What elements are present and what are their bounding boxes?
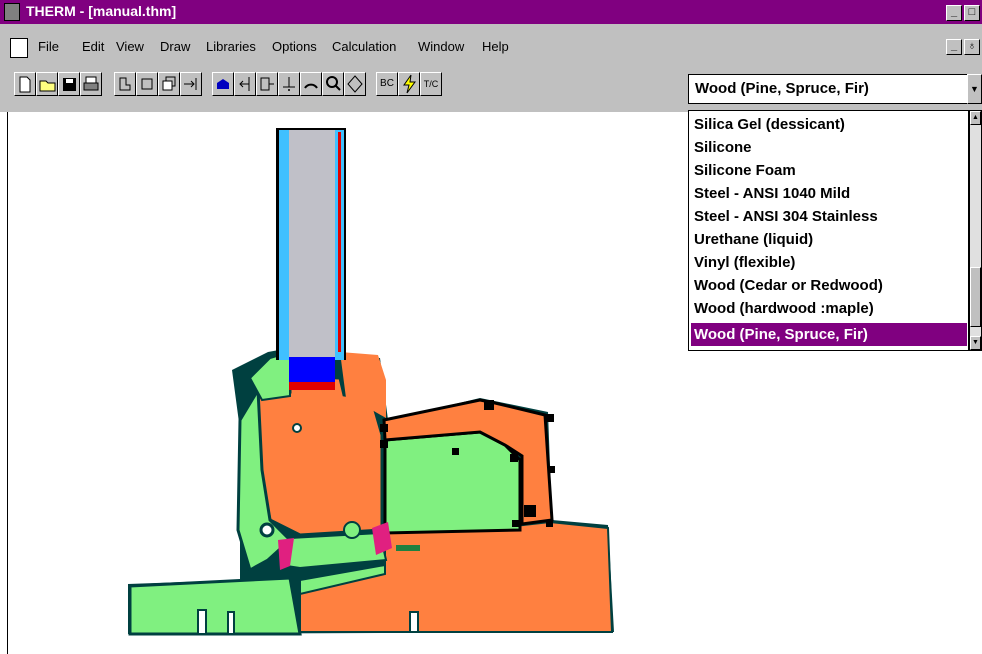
menu-help[interactable]: Help xyxy=(482,39,509,54)
boundary-button[interactable] xyxy=(212,72,234,96)
magnifier-icon xyxy=(326,76,341,91)
diamond-icon xyxy=(347,75,363,93)
menu-edit[interactable]: Edit xyxy=(82,39,104,54)
draw-point-button[interactable] xyxy=(180,72,202,96)
draw-polygon-button[interactable] xyxy=(114,72,136,96)
scroll-down-arrow[interactable]: ▼ xyxy=(970,336,981,350)
menu-window[interactable]: Window xyxy=(418,39,464,54)
material-option[interactable]: Vinyl (flexible) xyxy=(691,251,967,274)
new-file-icon xyxy=(19,76,31,93)
insert-button[interactable] xyxy=(256,72,278,96)
window-title: THERM - [manual.thm] xyxy=(26,3,177,19)
material-select[interactable]: Wood (Pine, Spruce, Fir) xyxy=(688,74,968,104)
flip-button[interactable] xyxy=(344,72,366,96)
material-option[interactable]: Wood (Cedar or Redwood) xyxy=(691,274,967,297)
arrow-to-line-icon xyxy=(184,78,197,90)
document-icon[interactable] xyxy=(10,38,28,58)
maximize-button[interactable]: □ xyxy=(964,5,980,21)
minimize-button[interactable]: _ xyxy=(946,5,962,21)
material-dropdown-list[interactable]: Silica Gel (dessicant) Silicone Silicone… xyxy=(688,110,969,351)
mdi-restore-button[interactable]: ♁ xyxy=(964,39,980,55)
save-disk-icon xyxy=(63,78,76,91)
boundary-icon xyxy=(217,79,229,89)
separator-band xyxy=(0,24,982,36)
material-option[interactable]: Urethane (liquid) xyxy=(691,228,967,251)
rectangle-icon xyxy=(141,78,153,90)
material-option[interactable]: Silica Gel (dessicant) xyxy=(691,113,967,136)
snap-button[interactable] xyxy=(278,72,300,96)
open-folder-icon xyxy=(39,80,56,92)
print-button[interactable] xyxy=(80,72,102,96)
polygon-icon xyxy=(119,77,131,91)
material-option[interactable]: Steel - ANSI 304 Stainless xyxy=(691,205,967,228)
fill-void-icon xyxy=(162,76,176,91)
printer-icon xyxy=(83,76,99,91)
rotate-arrow-icon xyxy=(304,83,318,89)
rotate-button[interactable] xyxy=(300,72,322,96)
lightning-icon xyxy=(403,74,416,94)
mdi-minimize-button[interactable]: _ xyxy=(946,39,962,55)
locate-icon xyxy=(239,77,250,91)
material-option[interactable]: Silicone xyxy=(691,136,967,159)
material-option-selected[interactable]: Wood (Pine, Spruce, Fir) xyxy=(691,323,967,346)
material-option[interactable]: Wood (hardwood :maple) xyxy=(691,297,967,320)
new-file-button[interactable] xyxy=(14,72,36,96)
menu-file[interactable]: File xyxy=(38,39,59,54)
title-bar: THERM - [manual.thm] _ □ xyxy=(0,0,982,24)
fill-void-button[interactable] xyxy=(158,72,180,96)
zoom-button[interactable] xyxy=(322,72,344,96)
menu-view[interactable]: View xyxy=(116,39,144,54)
scroll-up-arrow[interactable]: ▲ xyxy=(970,111,981,125)
calculate-button[interactable] xyxy=(398,72,420,96)
material-dropdown-arrow[interactable]: ▼ xyxy=(967,74,982,104)
material-option[interactable]: Silicone Foam xyxy=(691,159,967,182)
menu-options[interactable]: Options xyxy=(272,39,317,54)
menu-calculation[interactable]: Calculation xyxy=(332,39,396,54)
tc-button[interactable]: T/C xyxy=(420,72,442,96)
dropdown-scrollbar[interactable]: ▲ ▼ xyxy=(969,110,982,351)
scroll-thumb[interactable] xyxy=(970,267,981,327)
therm-app-icon[interactable] xyxy=(4,3,20,21)
menu-libraries[interactable]: Libraries xyxy=(206,39,256,54)
draw-rectangle-button[interactable] xyxy=(136,72,158,96)
menu-draw[interactable]: Draw xyxy=(160,39,190,54)
locate-button[interactable] xyxy=(234,72,256,96)
open-button[interactable] xyxy=(36,72,58,96)
material-option[interactable]: Steel - ANSI 1040 Mild xyxy=(691,182,967,205)
insert-icon xyxy=(260,77,274,91)
save-button[interactable] xyxy=(58,72,80,96)
snap-icon xyxy=(283,77,295,91)
bc-button[interactable]: BC xyxy=(376,72,398,96)
menu-bar: File Edit View Draw Libraries Options Ca… xyxy=(0,36,982,58)
